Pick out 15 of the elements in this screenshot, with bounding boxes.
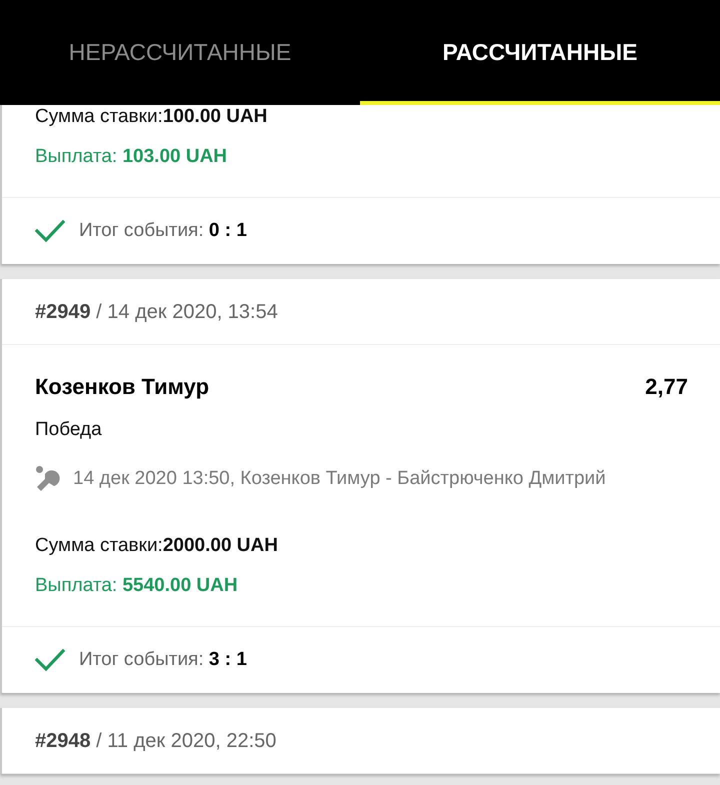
bet-number-date: #2949 / 14 дек 2020, 13:54 [35,300,278,324]
bet-number-date: #2948 / 11 дек 2020, 22:50 [35,728,276,754]
selection-name: Козенков Тимур [35,373,210,401]
result-text: Итог события: 0 : 1 [79,219,247,243]
payout-text: Выплата: 5540.00 UAH [35,574,238,598]
stake-text: Сумма ставки:100.00 UAH [35,105,268,129]
result-text: Итог события: 3 : 1 [79,648,247,672]
odds-value: 2,77 [645,373,688,401]
market-name: Победа [35,418,102,442]
payout-text: Выплата: 103.00 UAH [35,145,228,169]
check-icon [35,219,65,243]
stake-text: Сумма ставки:2000.00 UAH [35,534,278,558]
check-icon [35,648,65,672]
tab[interactable]: НЕРАССЧИТАННЫЕ [0,0,360,105]
event-info-text: 14 дек 2020 13:50, Козенков Тимур - Байстрюченко Дмитрий [73,467,606,491]
